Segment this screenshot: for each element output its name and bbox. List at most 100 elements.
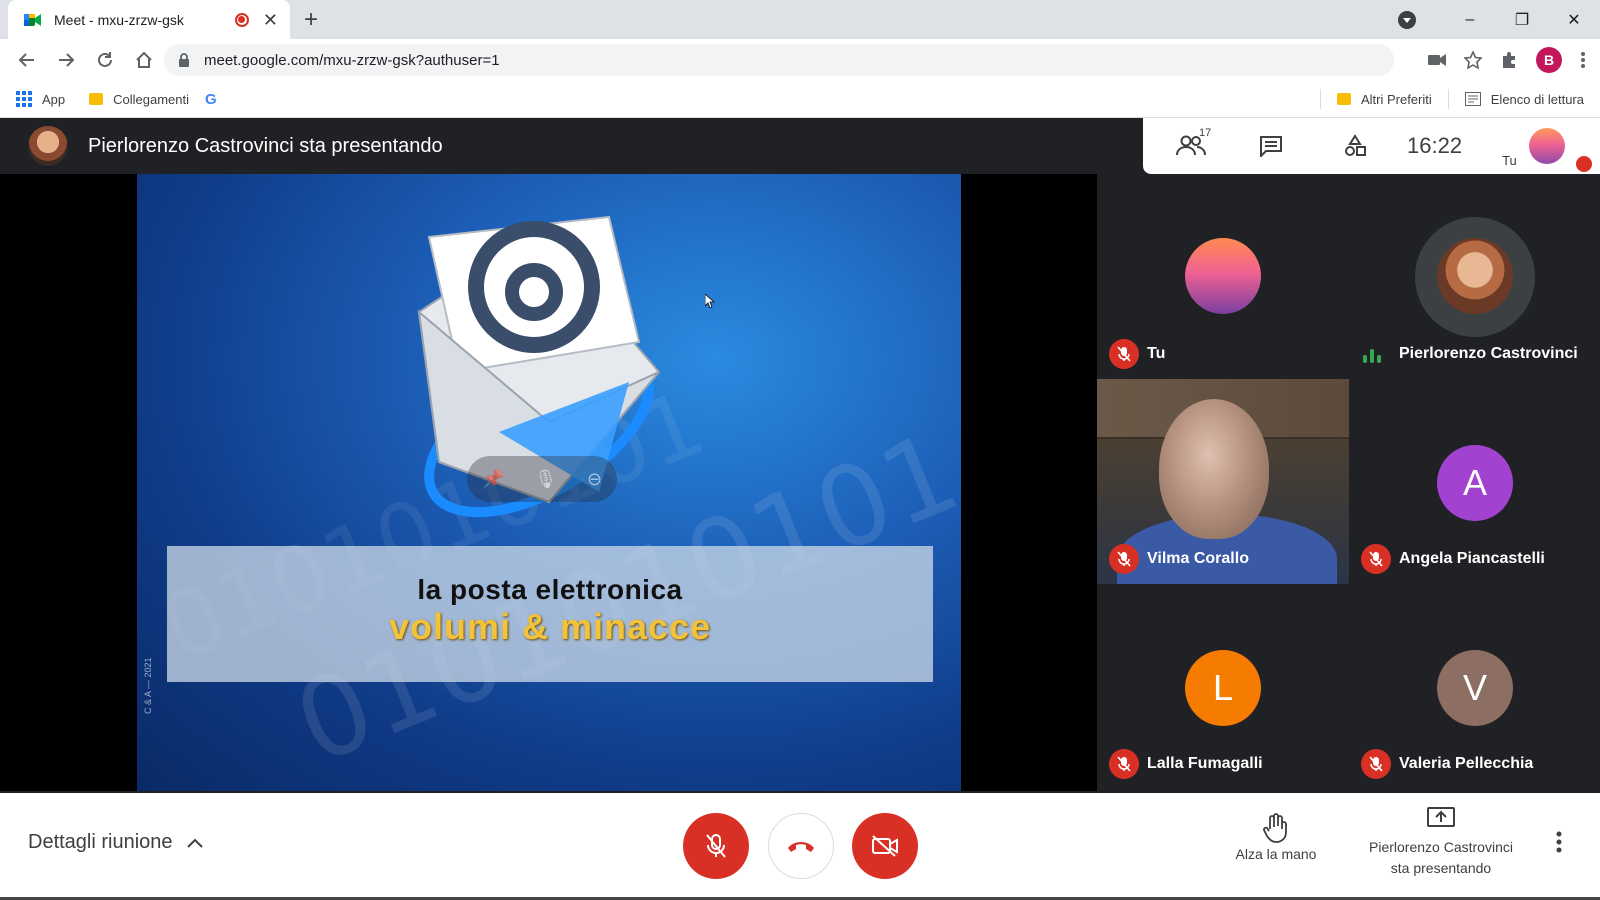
lock-icon (179, 53, 189, 67)
mic-off-icon (706, 834, 726, 858)
participant-name: Tu (1147, 345, 1166, 362)
speaking-indicator-icon (1363, 349, 1381, 363)
activities-button[interactable] (1325, 134, 1385, 158)
mic-off-icon[interactable]: 🎙 (534, 469, 557, 490)
participant-avatar (1185, 238, 1261, 314)
chat-button[interactable] (1241, 135, 1301, 157)
bookmarks-bar: App Collegamenti G Altri Preferiti Elenc… (0, 81, 1600, 118)
hang-up-icon (788, 842, 814, 852)
activities-shapes-icon (1345, 134, 1366, 156)
present-screen-icon (1427, 807, 1455, 827)
meet-app: Pierlorenzo Castrovinci sta presentando … (0, 118, 1600, 900)
presenter-avatar (28, 126, 68, 166)
participant-tile[interactable]: Pierlorenzo Castrovinci (1349, 174, 1600, 379)
address-bar[interactable]: meet.google.com/mxu-zrzw-gsk?authuser=1 (164, 44, 1394, 76)
self-label: Tu (1502, 152, 1517, 168)
new-tab-button[interactable]: + (304, 6, 318, 34)
browser-toolbar: meet.google.com/mxu-zrzw-gsk?authuser=1 … (0, 39, 1600, 81)
close-window-button[interactable]: ✕ (1548, 0, 1600, 39)
presenting-button[interactable]: Pierlorenzo Castrovinci sta presentando (1356, 807, 1526, 879)
tab-search-button[interactable] (1390, 0, 1424, 39)
tile-hover-controls: 📌 🎙 ⊖ (467, 456, 617, 502)
bookmarks-right: Altri Preferiti Elenco di lettura (1319, 81, 1584, 117)
slide-title-box: la posta elettronica volumi & minacce (167, 546, 933, 682)
meeting-controls-bar: Dettagli riunione Alza la mano Pierloren… (0, 793, 1600, 900)
participant-tile[interactable]: V Valeria Pellecchia (1349, 584, 1600, 789)
mic-muted-icon (1361, 544, 1391, 574)
tab-title: Meet - mxu-zrzw-gsk (54, 11, 184, 28)
camera-off-icon (872, 835, 898, 857)
kebab-menu-icon[interactable] (1580, 51, 1586, 69)
presenter-bar: Pierlorenzo Castrovinci sta presentando (0, 118, 1143, 174)
meeting-info-bar: 17 16:22 Tu (1143, 118, 1600, 174)
participant-tile[interactable]: L Lalla Fumagalli (1097, 584, 1349, 789)
participant-avatar (1437, 238, 1513, 314)
raise-hand-icon (1263, 813, 1287, 843)
folder-icon (89, 93, 104, 105)
slide-title-line1: la posta elettronica (417, 574, 683, 605)
restore-button[interactable]: ❐ (1496, 0, 1548, 39)
raise-hand-button[interactable]: Alza la mano (1228, 813, 1324, 862)
presenting-label-line1: Pierlorenzo Castrovinci (1369, 839, 1513, 855)
remove-icon[interactable]: ⊖ (587, 469, 602, 490)
people-button[interactable]: 17 (1161, 127, 1221, 157)
url-text: meet.google.com/mxu-zrzw-gsk?authuser=1 (204, 51, 500, 69)
meeting-details-button[interactable]: Dettagli riunione (28, 831, 203, 854)
recording-indicator-icon (234, 12, 249, 27)
participant-tile[interactable]: Tu (1097, 174, 1349, 379)
bookmark-apps[interactable]: App (16, 91, 65, 107)
meeting-clock: 16:22 (1407, 133, 1463, 158)
mouse-cursor-icon (705, 294, 715, 308)
minimize-button[interactable]: – (1444, 0, 1496, 39)
reading-list-button[interactable]: Elenco di lettura (1464, 92, 1584, 107)
tab-close-icon[interactable]: ✕ (263, 11, 278, 29)
participant-avatar: V (1437, 650, 1513, 726)
chat-icon (1260, 136, 1282, 157)
star-icon[interactable] (1464, 51, 1482, 69)
browser-tab-meet[interactable]: Meet - mxu-zrzw-gsk ✕ (8, 0, 290, 39)
home-icon (135, 51, 152, 68)
chevron-down-icon (1398, 10, 1416, 29)
participant-tile[interactable]: A Angela Piancastelli (1349, 379, 1600, 584)
self-preview-avatar[interactable] (1528, 128, 1565, 164)
mic-toggle-button[interactable] (683, 813, 749, 879)
divider (1319, 89, 1321, 109)
self-muted-icon (1576, 156, 1592, 172)
participant-name: Angela Piancastelli (1399, 550, 1545, 567)
mic-muted-icon (1361, 749, 1391, 779)
participant-avatar: A (1437, 445, 1513, 521)
more-options-button[interactable] (1556, 831, 1562, 858)
browser-tabstrip: Meet - mxu-zrzw-gsk ✕ + – ❐ ✕ (0, 0, 1600, 39)
forward-button[interactable] (47, 42, 84, 79)
presentation-stage: 0101010101 0101010101 📌 🎙 ⊖ la posta ele… (0, 174, 1097, 791)
pin-icon[interactable]: 📌 (482, 469, 504, 490)
participant-name: Valeria Pellecchia (1399, 755, 1534, 772)
bookmark-altri-preferiti[interactable]: Altri Preferiti (1336, 92, 1432, 107)
bookmark-google[interactable]: G (205, 91, 217, 108)
leave-call-button[interactable] (768, 813, 834, 879)
reload-button[interactable] (86, 42, 123, 79)
mic-muted-icon (1109, 749, 1139, 779)
mic-muted-icon (1109, 544, 1139, 574)
presenting-label-line2: sta presentando (1390, 860, 1492, 876)
extensions-puzzle-icon[interactable] (1500, 51, 1518, 69)
home-button[interactable] (125, 42, 162, 79)
participant-avatar: L (1185, 650, 1261, 726)
back-button[interactable] (8, 42, 45, 79)
folder-icon (1336, 93, 1351, 105)
meet-favicon-icon (24, 13, 41, 26)
bookmark-apps-label: App (42, 91, 66, 107)
participant-name: Vilma Corallo (1147, 550, 1249, 567)
reading-list-icon (1464, 92, 1481, 106)
presenter-banner-text: Pierlorenzo Castrovinci sta presentando (88, 134, 443, 157)
reload-icon (97, 52, 112, 67)
bookmark-collegamenti[interactable]: Collegamenti (89, 92, 189, 107)
apps-grid-icon (16, 91, 32, 107)
arrow-left-icon (18, 53, 34, 67)
slide-title-line2: volumi & minacce (388, 606, 712, 647)
profile-avatar-button[interactable]: B (1536, 47, 1562, 73)
camera-icon[interactable] (1428, 53, 1446, 67)
participants-grid: Tu Pierlorenzo Castrovinci Vilma Corallo… (1097, 174, 1600, 791)
camera-toggle-button[interactable] (852, 813, 918, 879)
participant-tile[interactable]: Vilma Corallo (1097, 379, 1349, 584)
